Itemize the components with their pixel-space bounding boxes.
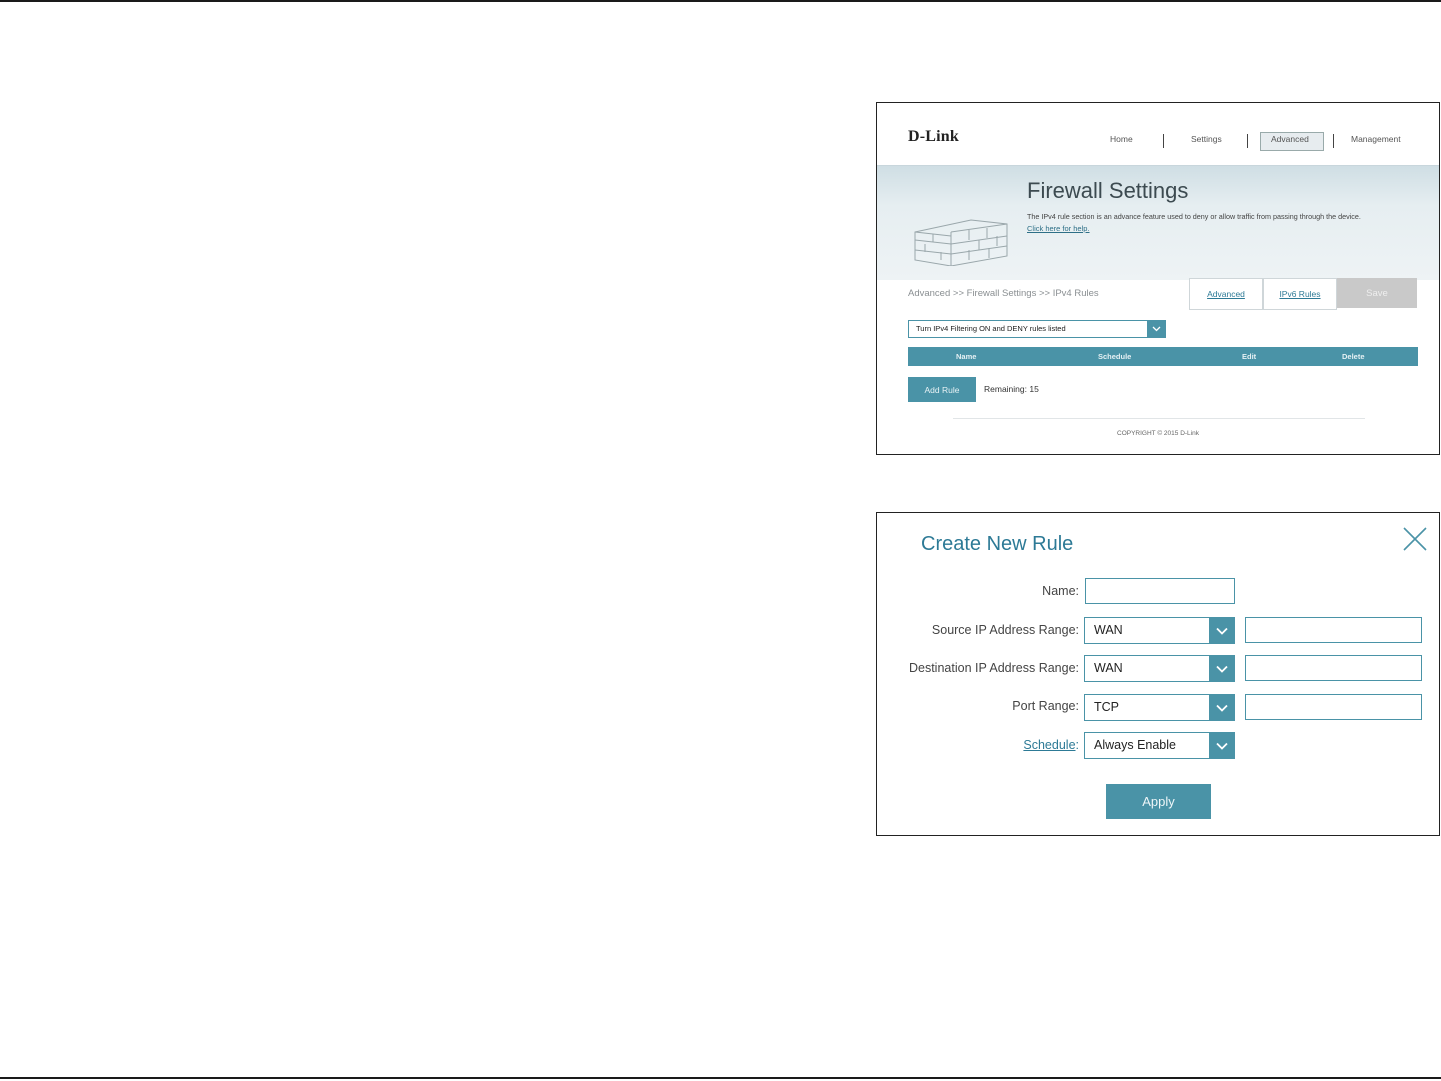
- dialog-title: Create New Rule: [921, 533, 1074, 555]
- chevron-down-icon[interactable]: [1209, 695, 1234, 720]
- header: D-Link Home Settings Advanced Management: [877, 103, 1439, 165]
- help-link[interactable]: Click here for help.: [1027, 224, 1090, 233]
- column-edit: Edit: [1242, 352, 1257, 361]
- nav-management[interactable]: Management: [1351, 134, 1401, 144]
- breadcrumb: Advanced >> Firewall Settings >> IPv4 Ru…: [908, 288, 1099, 299]
- schedule-dropdown[interactable]: Always Enable: [1084, 732, 1235, 759]
- chevron-down-icon[interactable]: [1209, 733, 1234, 758]
- rules-table-header: Name Schedule Edit Delete: [908, 347, 1418, 366]
- nav-home[interactable]: Home: [1110, 134, 1133, 144]
- chevron-down-icon[interactable]: [1209, 656, 1234, 681]
- create-rule-dialog: Create New Rule Name: Source IP Address …: [876, 512, 1440, 836]
- destination-ip-type-value: WAN: [1094, 661, 1123, 675]
- bottom-rule-line: [0, 1077, 1441, 1079]
- ipv6-rules-button[interactable]: IPv6 Rules: [1263, 278, 1337, 310]
- source-ip-type-value: WAN: [1094, 623, 1123, 637]
- nav-settings[interactable]: Settings: [1191, 134, 1222, 144]
- destination-ip-type-dropdown[interactable]: WAN: [1084, 655, 1235, 682]
- advanced-tab-button[interactable]: Advanced: [1189, 278, 1263, 310]
- schedule-colon: :: [1075, 738, 1079, 752]
- column-delete: Delete: [1342, 352, 1365, 361]
- schedule-value: Always Enable: [1094, 738, 1176, 752]
- destination-ip-input[interactable]: [1245, 655, 1422, 681]
- chevron-down-icon[interactable]: [1209, 618, 1234, 643]
- firewall-settings-screenshot: D-Link Home Settings Advanced Management…: [876, 102, 1440, 455]
- page-banner: Firewall Settings The IPv4 rule section …: [877, 165, 1439, 280]
- schedule-label: Schedule:: [1023, 738, 1079, 752]
- footer-divider: [953, 418, 1365, 419]
- remaining-count: Remaining: 15: [984, 384, 1039, 394]
- dlink-logo: D-Link: [908, 128, 959, 145]
- nav-separator: [1247, 134, 1248, 148]
- source-ip-input[interactable]: [1245, 617, 1422, 643]
- source-ip-label: Source IP Address Range:: [931, 623, 1079, 637]
- close-icon[interactable]: [1402, 526, 1428, 552]
- port-range-input[interactable]: [1245, 694, 1422, 720]
- page-description: The IPv4 rule section is an advance feat…: [1027, 212, 1361, 221]
- destination-ip-label: Destination IP Address Range:: [908, 661, 1079, 675]
- schedule-link[interactable]: Schedule: [1023, 738, 1075, 752]
- filtering-mode-value: Turn IPv4 Filtering ON and DENY rules li…: [916, 324, 1066, 333]
- port-range-label: Port Range:: [1012, 699, 1079, 713]
- nav-advanced[interactable]: Advanced: [1271, 134, 1309, 144]
- save-button[interactable]: Save: [1337, 278, 1417, 308]
- filtering-mode-select[interactable]: Turn IPv4 Filtering ON and DENY rules li…: [908, 320, 1166, 338]
- brick-wall-icon: [914, 219, 1008, 266]
- copyright: COPYRIGHT © 2015 D-Link: [1117, 430, 1199, 437]
- column-name: Name: [956, 352, 977, 361]
- port-protocol-value: TCP: [1094, 700, 1119, 714]
- apply-button[interactable]: Apply: [1106, 784, 1211, 819]
- name-label: Name:: [1042, 584, 1079, 598]
- top-rule-line: [0, 0, 1441, 2]
- add-rule-button[interactable]: Add Rule: [908, 377, 976, 402]
- nav-separator: [1333, 134, 1334, 148]
- column-schedule: Schedule: [1098, 352, 1132, 361]
- name-input[interactable]: [1085, 578, 1235, 604]
- page-title: Firewall Settings: [1027, 178, 1189, 203]
- nav-separator: [1163, 134, 1164, 148]
- chevron-down-icon[interactable]: [1147, 321, 1165, 337]
- source-ip-type-dropdown[interactable]: WAN: [1084, 617, 1235, 644]
- port-protocol-dropdown[interactable]: TCP: [1084, 694, 1235, 721]
